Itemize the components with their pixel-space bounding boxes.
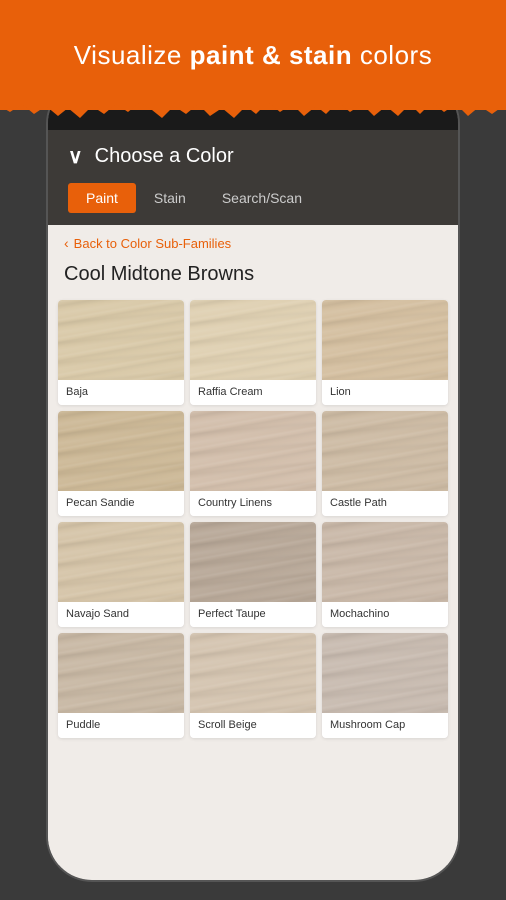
tabs-bar: Paint Stain Search/Scan [48,183,458,225]
top-banner: Visualize paint & stain colors [0,0,506,110]
color-label: Lion [322,380,448,405]
color-card[interactable]: Mushroom Cap [322,633,448,738]
color-label: Perfect Taupe [190,602,316,627]
color-card[interactable]: Navajo Sand [58,522,184,627]
color-swatch [58,411,184,491]
color-swatch [58,522,184,602]
color-card[interactable]: Mochachino [322,522,448,627]
color-grid: BajaRaffia CreamLion Pecan SandieCountry … [48,300,458,748]
color-card[interactable]: Scroll Beige [190,633,316,738]
tab-search-scan[interactable]: Search/Scan [204,183,320,213]
tab-paint[interactable]: Paint [68,183,136,213]
color-card[interactable]: Raffia Cream [190,300,316,405]
phone-screen: ∨ Choose a Color Paint Stain Search/Scan… [48,130,458,880]
color-swatch [58,633,184,713]
color-swatch [190,300,316,380]
color-swatch [190,411,316,491]
color-card[interactable]: Puddle [58,633,184,738]
header-title: Choose a Color [95,145,234,168]
color-label: Raffia Cream [190,380,316,405]
color-swatch [322,411,448,491]
color-label: Baja [58,380,184,405]
color-label: Navajo Sand [58,602,184,627]
color-swatch [322,633,448,713]
color-card[interactable]: Baja [58,300,184,405]
color-swatch [322,300,448,380]
color-swatch [322,522,448,602]
back-link-text: Back to Color Sub-Families [74,236,232,251]
color-card[interactable]: Pecan Sandie [58,411,184,516]
color-card[interactable]: Castle Path [322,411,448,516]
content-area: ‹ Back to Color Sub-Families Cool Midton… [48,225,458,865]
color-card[interactable]: Country Linens [190,411,316,516]
color-label: Mushroom Cap [322,713,448,738]
phone-frame: ∨ Choose a Color Paint Stain Search/Scan… [48,80,458,880]
color-swatch [190,522,316,602]
color-label: Puddle [58,713,184,738]
color-swatch [58,300,184,380]
app-header: ∨ Choose a Color [48,130,458,183]
color-label: Castle Path [322,491,448,516]
color-swatch [190,633,316,713]
banner-title: Visualize paint & stain colors [74,40,432,71]
color-card[interactable]: Lion [322,300,448,405]
section-title: Cool Midtone Browns [48,259,458,300]
chevron-down-icon[interactable]: ∨ [68,144,83,169]
color-card[interactable]: Perfect Taupe [190,522,316,627]
tab-stain[interactable]: Stain [136,183,204,213]
color-label: Country Linens [190,491,316,516]
back-chevron-icon: ‹ [64,235,69,251]
color-label: Mochachino [322,602,448,627]
color-label: Pecan Sandie [58,491,184,516]
color-label: Scroll Beige [190,713,316,738]
back-link[interactable]: ‹ Back to Color Sub-Families [48,225,458,259]
